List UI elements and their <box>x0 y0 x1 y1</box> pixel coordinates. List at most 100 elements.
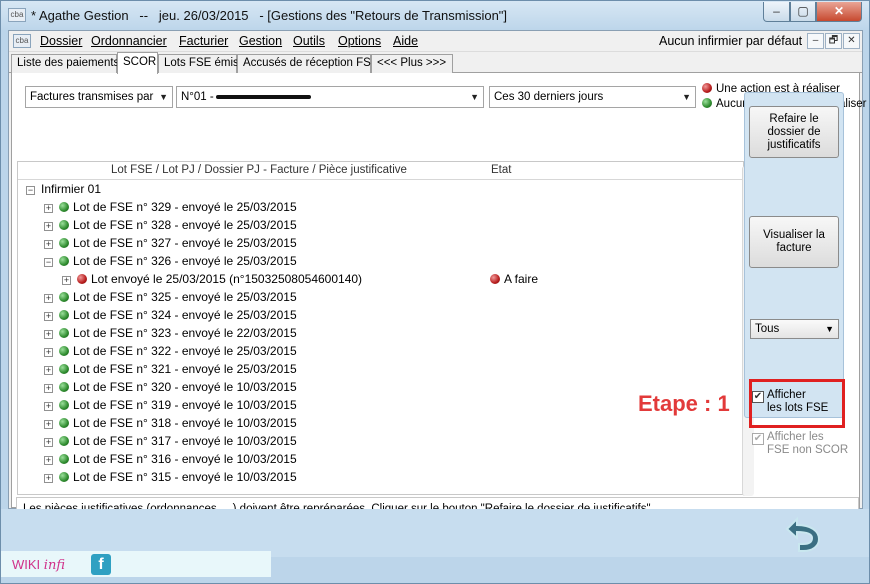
expand-icon[interactable]: + <box>44 330 53 339</box>
menu-dossier[interactable]: Dossier <box>40 34 82 48</box>
facebook-icon[interactable]: f <box>91 554 111 575</box>
column-header-lot[interactable]: Lot FSE / Lot PJ / Dossier PJ - Facture … <box>111 164 407 176</box>
red-status-icon <box>77 274 87 284</box>
menu-gestion[interactable]: Gestion <box>239 34 282 48</box>
tab-accuses-reception[interactable]: Accusés de réception FSE <box>237 54 379 73</box>
tab-scor[interactable]: SCOR <box>117 52 158 74</box>
expand-icon[interactable]: + <box>44 456 53 465</box>
period-filter-select[interactable]: Ces 30 derniers jours ▼ <box>489 86 696 108</box>
period-filter-value: Ces 30 derniers jours <box>494 91 604 103</box>
tree-row[interactable]: + Lot de FSE n° 327 - envoyé le 25/03/201… <box>44 234 297 252</box>
red-status-icon <box>490 274 500 284</box>
maximize-button[interactable]: ▢ <box>790 2 816 22</box>
tree-row[interactable]: + Lot de FSE n° 325 - envoyé le 25/03/201… <box>44 288 297 306</box>
tree-row[interactable]: + Lot de FSE n° 319 - envoyé le 10/03/201… <box>44 396 297 414</box>
menu-ordonnancier[interactable]: Ordonnancier <box>91 34 167 48</box>
app-window: cba * Agathe Gestion -- jeu. 26/03/2015 … <box>0 0 870 584</box>
type-filter-value: Factures transmises par <box>30 91 154 103</box>
title-bar[interactable]: cba * Agathe Gestion -- jeu. 26/03/2015 … <box>1 1 869 31</box>
tree-row[interactable]: + Lot de FSE n° 315 - envoyé le 10/03/201… <box>44 468 297 486</box>
tree-row[interactable]: + Lot de FSE n° 324 - envoyé le 25/03/201… <box>44 306 297 324</box>
expand-icon[interactable]: + <box>44 240 53 249</box>
tree-row-label: Lot de FSE n° 319 - envoyé le 10/03/2015 <box>73 398 297 412</box>
close-button[interactable]: ✕ <box>816 2 862 22</box>
green-status-icon <box>59 310 69 320</box>
tree-row[interactable]: + Lot de FSE n° 321 - envoyé le 25/03/201… <box>44 360 297 378</box>
mdi-minimize-button[interactable]: – <box>807 33 824 49</box>
expand-icon[interactable]: + <box>44 294 53 303</box>
person-filter-select[interactable]: N°01 - ▼ <box>176 86 484 108</box>
expand-icon[interactable]: + <box>44 402 53 411</box>
status-filter-value: Tous <box>755 323 780 335</box>
type-filter-select[interactable]: Factures transmises par ▼ <box>25 86 173 108</box>
menu-bar: cba Dossier Ordonnancier Facturier Gesti… <box>9 31 862 52</box>
back-arrow-icon[interactable] <box>779 513 825 553</box>
action-panel: Refaire le dossier de justificatifs Visu… <box>744 92 848 456</box>
column-header-etat[interactable]: Etat <box>491 164 511 176</box>
green-status-icon <box>59 454 69 464</box>
tree-row-label: Lot de FSE n° 327 - envoyé le 25/03/2015 <box>73 236 297 250</box>
green-status-icon <box>59 328 69 338</box>
expand-icon[interactable]: + <box>44 420 53 429</box>
tree-row-label: Lot de FSE n° 317 - envoyé le 10/03/2015 <box>73 434 297 448</box>
menu-outils[interactable]: Outils <box>293 34 325 48</box>
tree-child-row[interactable]: + Lot envoyé le 25/03/2015 (n°15032508054… <box>62 270 362 288</box>
chevron-down-icon: ▼ <box>682 92 691 102</box>
tree-row[interactable]: − Lot de FSE n° 326 - envoyé le 25/03/201… <box>44 252 297 270</box>
expand-icon[interactable]: + <box>44 204 53 213</box>
tab-liste-paiements[interactable]: Liste des paiements <box>11 54 119 73</box>
expand-icon[interactable]: + <box>44 222 53 231</box>
rebuild-justificatifs-button[interactable]: Refaire le dossier de justificatifs <box>749 106 839 158</box>
menu-options[interactable]: Options <box>338 34 381 48</box>
expand-icon[interactable]: + <box>44 312 53 321</box>
collapse-icon[interactable]: − <box>26 186 35 195</box>
mdi-restore-button[interactable]: 🗗 <box>825 33 842 49</box>
tree-row-label: Lot de FSE n° 320 - envoyé le 10/03/2015 <box>73 380 297 394</box>
green-status-icon <box>59 436 69 446</box>
tree-row-label: Lot de FSE n° 326 - envoyé le 25/03/2015 <box>73 254 297 268</box>
tree-row[interactable]: + Lot de FSE n° 316 - envoyé le 10/03/201… <box>44 450 297 468</box>
collapse-icon[interactable]: − <box>44 258 53 267</box>
show-non-scor-checkbox[interactable]: ✔ <box>752 433 764 445</box>
red-status-icon <box>702 83 712 93</box>
minimize-button[interactable]: – <box>763 2 790 22</box>
tree-row[interactable]: + Lot de FSE n° 320 - envoyé le 10/03/201… <box>44 378 297 396</box>
document-frame: cba Dossier Ordonnancier Facturier Gesti… <box>8 30 867 531</box>
tree-row-label: Lot de FSE n° 328 - envoyé le 25/03/2015 <box>73 218 297 232</box>
chevron-down-icon: ▼ <box>825 324 834 334</box>
green-status-icon <box>59 364 69 374</box>
chevron-down-icon: ▼ <box>159 92 168 102</box>
tree-root-nurse[interactable]: − Infirmier 01 <box>26 180 101 198</box>
tree-row[interactable]: + Lot de FSE n° 317 - envoyé le 10/03/201… <box>44 432 297 450</box>
document-icon[interactable]: cba <box>13 34 31 48</box>
wiki-infi-logo[interactable]: WIKI infi <box>12 557 65 573</box>
tree-row[interactable]: + Lot de FSE n° 318 - envoyé le 10/03/201… <box>44 414 297 432</box>
tree-row-label: Lot de FSE n° 321 - envoyé le 25/03/2015 <box>73 362 297 376</box>
mdi-close-button[interactable]: ✕ <box>843 33 860 49</box>
tree-row[interactable]: + Lot de FSE n° 328 - envoyé le 25/03/201… <box>44 216 297 234</box>
scor-panel: Factures transmises par ▼ N°01 - ▼ Ces 3… <box>11 73 867 531</box>
expand-icon[interactable]: + <box>44 348 53 357</box>
tree-row[interactable]: + Lot de FSE n° 329 - envoyé le 25/03/201… <box>44 198 297 216</box>
tree-row[interactable]: + Lot de FSE n° 323 - envoyé le 22/03/201… <box>44 324 297 342</box>
tree-row-label: Lot de FSE n° 323 - envoyé le 22/03/2015 <box>73 326 297 340</box>
tab-lots-fse-emis[interactable]: Lots FSE émis <box>158 54 239 73</box>
green-status-icon <box>59 472 69 482</box>
tree-row[interactable]: + Lot de FSE n° 322 - envoyé le 25/03/201… <box>44 342 297 360</box>
menu-facturier[interactable]: Facturier <box>179 34 228 48</box>
tab-plus[interactable]: <<< Plus >>> <box>371 54 453 73</box>
expand-icon[interactable]: + <box>62 276 71 285</box>
default-nurse-label[interactable]: Aucun infirmier par défaut <box>659 34 802 48</box>
expand-icon[interactable]: + <box>44 366 53 375</box>
expand-icon[interactable]: + <box>44 384 53 393</box>
status-filter-select[interactable]: Tous ▼ <box>750 319 839 339</box>
window-title: * Agathe Gestion -- jeu. 26/03/2015 - [G… <box>31 8 508 23</box>
view-invoice-button[interactable]: Visualiser la facture <box>749 216 839 268</box>
expand-icon[interactable]: + <box>44 438 53 447</box>
tree-root-label: Infirmier 01 <box>41 182 102 196</box>
app-icon[interactable]: cba <box>8 8 26 22</box>
lots-tree-list[interactable]: Lot FSE / Lot PJ / Dossier PJ - Facture … <box>17 161 754 496</box>
expand-icon[interactable]: + <box>44 474 53 483</box>
menu-aide[interactable]: Aide <box>393 34 418 48</box>
green-status-icon <box>59 220 69 230</box>
